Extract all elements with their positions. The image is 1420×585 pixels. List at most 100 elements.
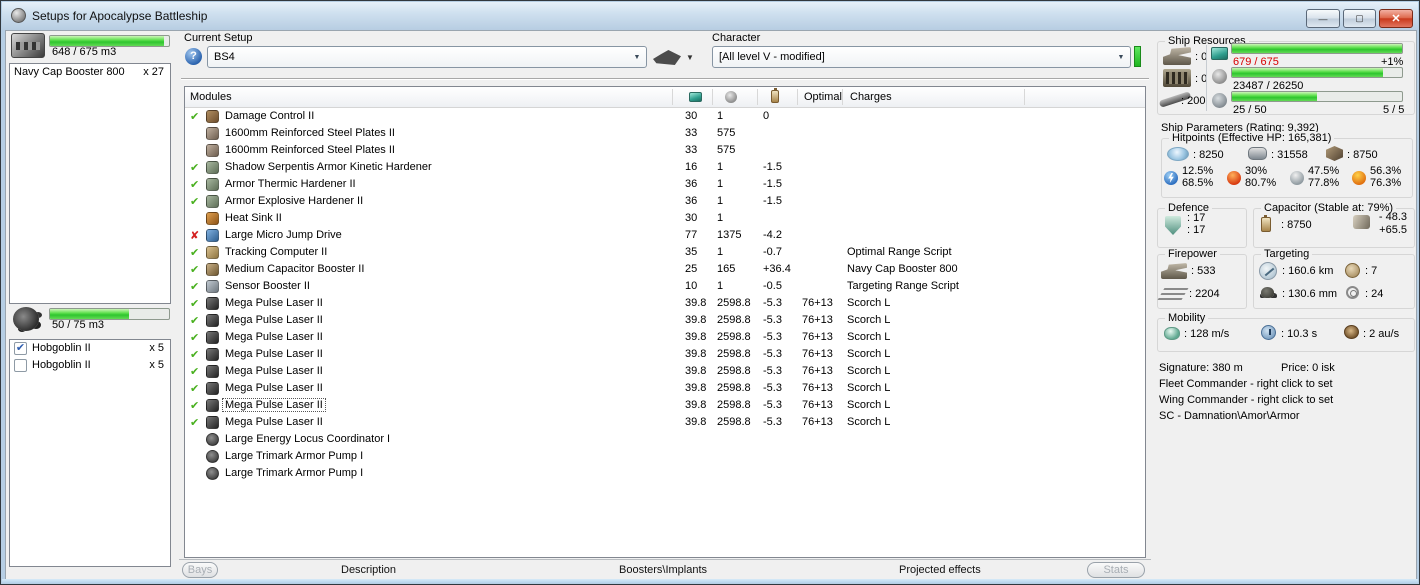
module-row[interactable]: ✔ Armor Explosive Hardener II 36 1 -1.5 xyxy=(185,193,1145,210)
capacitor-boost-value: +65.5 xyxy=(1379,224,1407,236)
window-title: Setups for Apocalypse Battleship xyxy=(32,9,208,23)
fitted-check-icon: ✔ xyxy=(190,400,200,412)
kinetic-resist-icon xyxy=(1290,171,1304,185)
defence-value-1: : 17 xyxy=(1187,212,1206,224)
rig-icon xyxy=(206,467,219,480)
module-charge: Targeting Range Script xyxy=(847,280,959,292)
combo-arrow-icon[interactable]: ▼ xyxy=(1113,48,1129,66)
module-row[interactable]: ✔ Mega Pulse Laser II 39.8 2598.8 -5.3 76+13 S… xyxy=(185,414,1145,431)
module-name: Mega Pulse Laser II xyxy=(225,331,323,343)
powergrid-bar xyxy=(1231,67,1403,78)
optimal-column-header[interactable]: Optimal xyxy=(804,91,842,103)
module-row[interactable]: Large Trimark Armor Pump I xyxy=(185,448,1145,465)
combo-arrow-icon[interactable]: ▼ xyxy=(629,48,645,66)
module-cpu: 33 xyxy=(685,127,698,139)
drone-item[interactable]: ✔ Hobgoblin II x 5 xyxy=(10,340,170,357)
align-time-value: : 10.3 s xyxy=(1281,328,1318,340)
drone-item[interactable]: Hobgoblin II x 5 xyxy=(10,357,170,374)
bays-button[interactable]: Bays xyxy=(182,562,218,578)
minimize-button[interactable]: — xyxy=(1306,9,1340,28)
module-optimal: 76+13 xyxy=(802,399,833,411)
setup-value: BS4 xyxy=(214,51,235,63)
pulse-laser-icon xyxy=(206,416,219,429)
modules-column-header[interactable]: Modules xyxy=(190,91,232,103)
fitted-check-icon: ✔ xyxy=(190,315,200,327)
cpu-column-icon[interactable] xyxy=(689,92,702,102)
module-powergrid: 2598.8 xyxy=(717,314,751,326)
powergrid-column-icon[interactable] xyxy=(725,91,737,103)
tab-description[interactable]: Description xyxy=(341,564,396,576)
capacitor-title: Capacitor (Stable at: 79%) xyxy=(1261,202,1397,214)
targeting-group: Targeting xyxy=(1253,248,1415,309)
module-charge: Scorch L xyxy=(847,348,891,360)
armor-hardener-icon xyxy=(206,195,219,208)
titlebar[interactable]: Setups for Apocalypse Battleship — ▢ ✕ xyxy=(2,2,1418,30)
module-row[interactable]: Large Energy Locus Coordinator I xyxy=(185,431,1145,448)
checkbox-checked[interactable]: ✔ xyxy=(14,342,27,355)
module-optimal: 76+13 xyxy=(802,297,833,309)
scan-resolution-icon xyxy=(1261,287,1274,298)
module-row[interactable]: 1600mm Reinforced Steel Plates II 33 575 xyxy=(185,142,1145,159)
pulse-laser-icon xyxy=(206,314,219,327)
module-row[interactable]: ✔ Tracking Computer II 35 1 -0.7 Optimal Rang… xyxy=(185,244,1145,261)
module-cap-use: -5.3 xyxy=(763,399,782,411)
calibration-usage-value: 25 / 50 xyxy=(1233,104,1267,116)
cargo-list[interactable]: Navy Cap Booster 800 x 27 xyxy=(9,63,171,304)
drone-item-qty: x 5 xyxy=(149,342,164,354)
ship-browser-arrow-icon[interactable]: ▼ xyxy=(686,53,694,62)
maximize-button[interactable]: ▢ xyxy=(1343,9,1376,28)
module-name: Medium Capacitor Booster II xyxy=(225,263,365,275)
close-button[interactable]: ✕ xyxy=(1379,9,1413,28)
checkbox-unchecked[interactable] xyxy=(14,359,27,372)
stats-button[interactable]: Stats xyxy=(1087,562,1145,578)
module-row[interactable]: ✘ Large Micro Jump Drive 77 1375 -4.2 xyxy=(185,227,1145,244)
module-row[interactable]: ✔ Armor Thermic Hardener II 36 1 -1.5 xyxy=(185,176,1145,193)
fleet-commander-text[interactable]: Fleet Commander - right click to set xyxy=(1159,378,1333,390)
armor-plate-icon xyxy=(206,144,219,157)
module-cpu: 39.8 xyxy=(685,331,707,343)
kinetic-resist-armor: 77.8% xyxy=(1308,177,1340,189)
thermal-resist-icon xyxy=(1227,171,1241,185)
wing-commander-text[interactable]: Wing Commander - right click to set xyxy=(1159,394,1333,406)
module-powergrid: 1 xyxy=(717,161,724,173)
module-powergrid: 575 xyxy=(717,127,736,139)
module-row[interactable]: ✔ Shadow Serpentis Armor Kinetic Hardener… xyxy=(185,159,1145,176)
tab-projected-effects[interactable]: Projected effects xyxy=(899,564,981,576)
module-powergrid: 575 xyxy=(717,144,736,156)
module-row[interactable]: ✔ Mega Pulse Laser II 39.8 2598.8 -5.3 76+13 S… xyxy=(185,380,1145,397)
module-row[interactable]: ✔ Mega Pulse Laser II 39.8 2598.8 -5.3 76+13 S… xyxy=(185,295,1145,312)
module-name: Armor Thermic Hardener II xyxy=(225,178,356,190)
drone-capacity-fill xyxy=(50,309,129,319)
module-row[interactable]: ✔ Mega Pulse Laser II 39.8 2598.8 -5.3 76+13 S… xyxy=(185,329,1145,346)
modules-table-header[interactable]: Modules Optimal Charges xyxy=(185,87,1145,108)
powergrid-resource-icon xyxy=(1212,69,1227,84)
module-row[interactable]: ✔ Mega Pulse Laser II 39.8 2598.8 -5.3 76+13 S… xyxy=(185,312,1145,329)
module-powergrid: 2598.8 xyxy=(717,416,751,428)
module-powergrid: 2598.8 xyxy=(717,331,751,343)
tab-boosters-implants[interactable]: Boosters\Implants xyxy=(619,564,707,576)
module-cpu: 35 xyxy=(685,246,698,258)
drone-list[interactable]: ✔ Hobgoblin II x 5 Hobgoblin II x 5 xyxy=(9,339,171,567)
pulse-laser-icon xyxy=(206,399,219,412)
capacitor-column-icon[interactable] xyxy=(771,88,779,103)
module-row[interactable]: 1600mm Reinforced Steel Plates II 33 575 xyxy=(185,125,1145,142)
module-row[interactable]: ✔ Medium Capacitor Booster II 25 165 +36.4 Na… xyxy=(185,261,1145,278)
charges-column-header[interactable]: Charges xyxy=(850,91,892,103)
help-icon[interactable]: ? xyxy=(185,48,202,65)
module-powergrid: 1 xyxy=(717,178,724,190)
module-row[interactable]: ✔ Mega Pulse Laser II 39.8 2598.8 -5.3 76+13 S… xyxy=(185,346,1145,363)
module-row[interactable]: Heat Sink II 30 1 xyxy=(185,210,1145,227)
module-cap-use: -5.3 xyxy=(763,331,782,343)
module-powergrid: 2598.8 xyxy=(717,399,751,411)
cargo-item[interactable]: Navy Cap Booster 800 x 27 xyxy=(10,64,170,81)
module-row[interactable]: ✔ Mega Pulse Laser II 39.8 2598.8 -5.3 76+13 S… xyxy=(185,363,1145,380)
module-cap-use: 0 xyxy=(763,110,770,122)
setup-combobox[interactable]: BS4 ▼ xyxy=(207,46,647,68)
module-row[interactable]: ✔ Damage Control II 30 1 0 xyxy=(185,108,1145,125)
defence-value-2: : 17 xyxy=(1187,224,1206,236)
module-row[interactable]: ✔ Sensor Booster II 10 1 -0.5 Targeting Range… xyxy=(185,278,1145,295)
modules-table: Modules Optimal Charges ✔ Damage Control … xyxy=(184,86,1146,558)
character-combobox[interactable]: [All level V - modified] ▼ xyxy=(712,46,1131,68)
module-row[interactable]: Large Trimark Armor Pump I xyxy=(185,465,1145,482)
module-row[interactable]: ✔ Mega Pulse Laser II 39.8 2598.8 -5.3 76+13 S… xyxy=(185,397,1145,414)
